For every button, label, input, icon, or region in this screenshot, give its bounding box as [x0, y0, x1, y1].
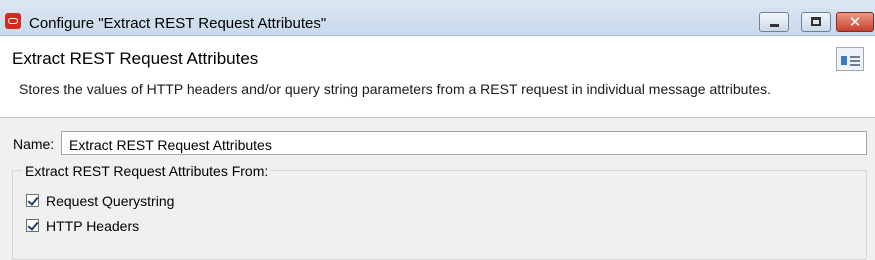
- request-querystring-checkbox[interactable]: [26, 194, 39, 207]
- checkmark-icon: [27, 194, 39, 206]
- title-bar[interactable]: Configure "Extract REST Request Attribut…: [0, 0, 875, 36]
- maximize-icon: [811, 17, 821, 26]
- http-headers-label[interactable]: HTTP Headers: [46, 218, 139, 234]
- http-headers-checkbox[interactable]: [26, 219, 39, 232]
- extract-from-group: [12, 170, 867, 260]
- minimize-icon: [770, 24, 779, 27]
- oracle-app-icon: [5, 13, 21, 29]
- maximize-button[interactable]: [801, 12, 831, 32]
- close-icon: ✕: [848, 13, 862, 31]
- configure-dialog: Configure "Extract REST Request Attribut…: [0, 0, 875, 260]
- filter-config-icon: [836, 47, 864, 71]
- checkmark-icon: [27, 219, 39, 231]
- dialog-header: Extract REST Request Attributes Stores t…: [0, 37, 875, 118]
- name-label: Name:: [13, 136, 55, 152]
- header-title: Extract REST Request Attributes: [12, 49, 259, 68]
- group-label: Extract REST Request Attributes From:: [22, 163, 272, 179]
- name-field[interactable]: [61, 131, 867, 155]
- minimize-button[interactable]: [759, 12, 789, 32]
- header-description: Stores the values of HTTP headers and/or…: [19, 81, 771, 97]
- request-querystring-label[interactable]: Request Querystring: [46, 193, 174, 209]
- window-title: Configure "Extract REST Request Attribut…: [29, 15, 327, 32]
- close-button[interactable]: ✕: [836, 12, 874, 32]
